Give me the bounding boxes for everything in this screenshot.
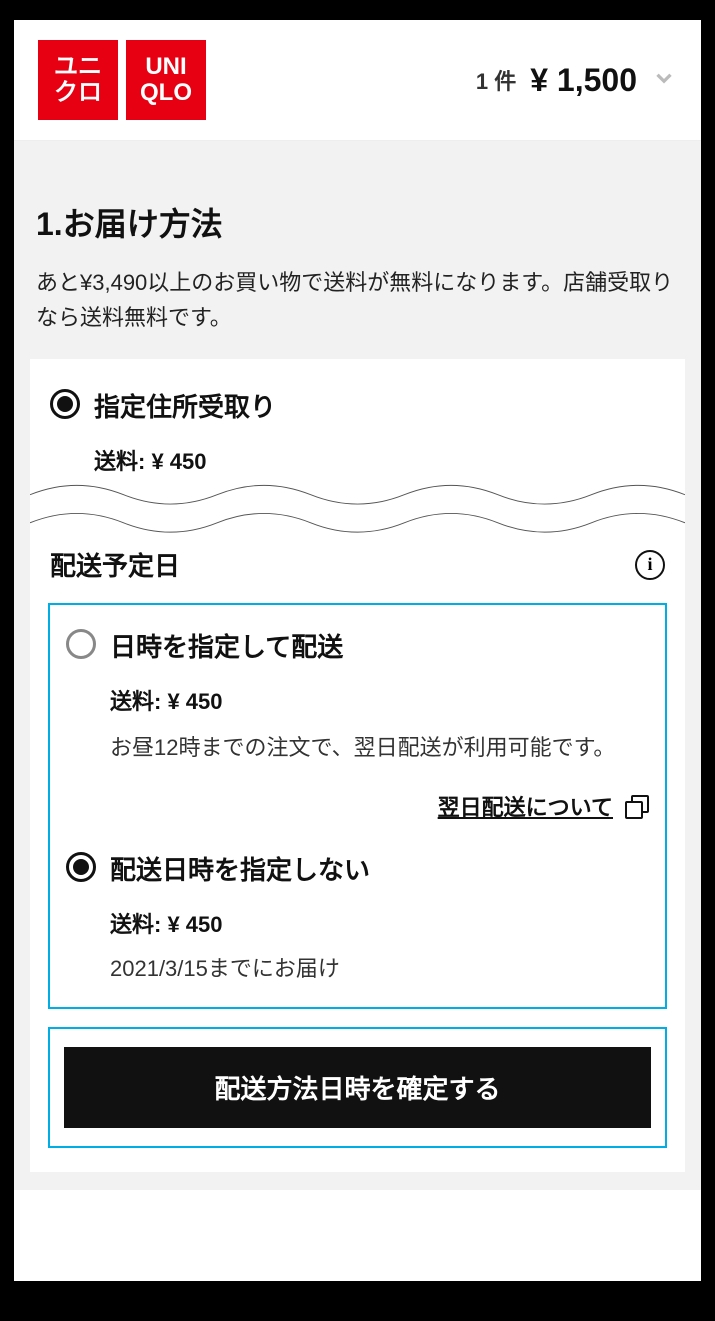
option-title: 日時を指定して配送: [110, 627, 343, 664]
logo-jp-line1: ユニ: [54, 54, 102, 80]
logo-en-line1: UNI: [145, 54, 186, 80]
confirm-delivery-button[interactable]: 配送方法日時を確定する: [64, 1047, 651, 1128]
delivery-option-address[interactable]: 指定住所受取り: [48, 383, 667, 434]
radio-unselected-icon[interactable]: [66, 629, 96, 659]
shipping-fee: 送料: ¥ 450: [48, 434, 667, 476]
chevron-down-icon: [651, 65, 677, 96]
schedule-section-header: 配送予定日 i: [48, 546, 667, 603]
cart-item-count: 1 件: [476, 64, 516, 96]
free-shipping-notice: あと¥3,490以上のお買い物で送料が無料になります。店舗受取りなら送料無料です…: [30, 265, 685, 359]
main-content: 1.お届け方法 あと¥3,490以上のお買い物で送料が無料になります。店舗受取り…: [14, 141, 701, 1190]
schedule-title: 配送予定日: [50, 546, 180, 583]
radio-selected-icon[interactable]: [66, 852, 96, 882]
cart-summary-toggle[interactable]: 1 件 ¥ 1,500: [476, 62, 677, 99]
external-link-icon: [625, 795, 647, 817]
next-day-desc: お昼12時までの注文で、翌日配送が利用可能です。: [64, 716, 651, 765]
option-title: 指定住所受取り: [94, 387, 276, 424]
logo-jp[interactable]: ユニ クロ: [38, 40, 118, 120]
confirm-button-highlight: 配送方法日時を確定する: [48, 1027, 667, 1148]
cart-total-price: ¥ 1,500: [530, 62, 637, 99]
shipping-fee: 送料: ¥ 450: [64, 897, 651, 939]
radio-selected-icon[interactable]: [50, 389, 80, 419]
logo-en-line2: QLO: [140, 80, 192, 106]
schedule-option-datetime[interactable]: 日時を指定して配送: [64, 623, 651, 674]
next-day-link-row: 翌日配送について: [64, 766, 651, 846]
delivery-card: 指定住所受取り 送料: ¥ 450 配送予定日 i 日時を指定して配送 送料: …: [30, 359, 685, 1171]
info-icon[interactable]: i: [635, 550, 665, 580]
content-truncation-indicator: [30, 476, 685, 546]
header: ユニ クロ UNI QLO 1 件 ¥ 1,500: [14, 20, 701, 141]
option-title: 配送日時を指定しない: [110, 850, 370, 887]
logo-jp-line2: クロ: [54, 80, 102, 106]
schedule-options-highlight: 日時を指定して配送 送料: ¥ 450 お昼12時までの注文で、翌日配送が利用可…: [48, 603, 667, 1008]
page-title: 1.お届け方法: [30, 159, 685, 265]
brand-logos: ユニ クロ UNI QLO: [38, 40, 206, 120]
shipping-fee: 送料: ¥ 450: [64, 674, 651, 716]
next-day-link[interactable]: 翌日配送について: [438, 790, 613, 822]
estimated-delivery-date: 2021/3/15までにお届け: [64, 939, 651, 989]
schedule-option-none[interactable]: 配送日時を指定しない: [64, 846, 651, 897]
logo-en[interactable]: UNI QLO: [126, 40, 206, 120]
